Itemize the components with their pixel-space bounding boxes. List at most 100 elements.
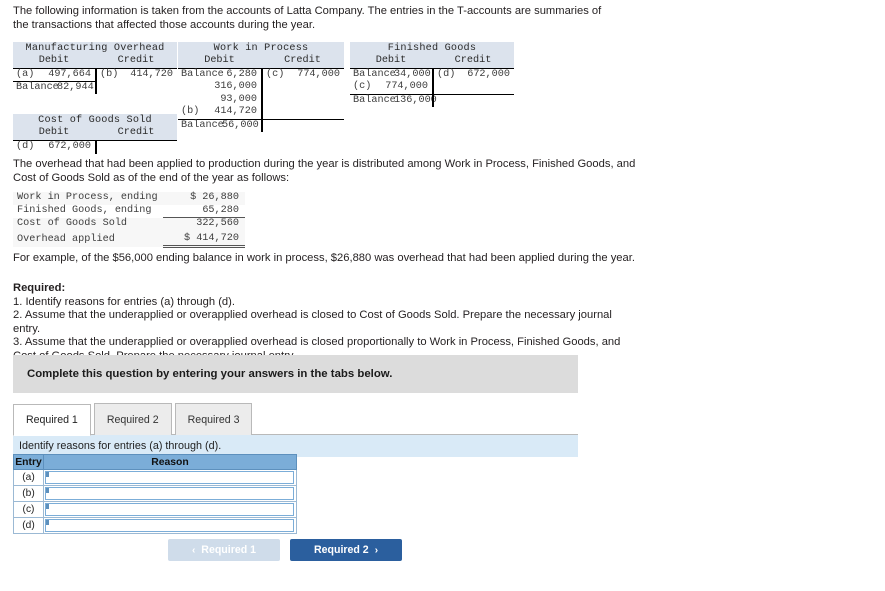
intro-paragraph: The following information is taken from … [13, 5, 602, 31]
chevron-left-icon: ‹ [191, 544, 196, 556]
row-ref: Balance [353, 94, 396, 106]
chevron-right-icon: › [374, 544, 379, 556]
t-account-work-in-process: Work in Process Debit Credit Balance 6,28… [178, 42, 344, 132]
row-label: Cost of Goods Sold [13, 217, 163, 231]
credit-header: Credit [284, 55, 321, 66]
reason-cell[interactable] [43, 485, 297, 502]
credit-header: Credit [117, 127, 155, 138]
required-item-1: 1. Identify reasons for entries (a) thro… [13, 295, 235, 308]
table-row: (c) [13, 501, 297, 518]
tab-required-2[interactable]: Required 2 [93, 403, 172, 435]
reason-input-c[interactable] [45, 503, 294, 516]
complete-question-banner: Complete this question by entering your … [13, 355, 578, 393]
row-ref: Balance [181, 119, 224, 131]
answer-widget: Complete this question by entering your … [13, 355, 578, 457]
overhead-distribution-table: Work in Process, ending $ 26,880 Finishe… [13, 192, 245, 249]
row-amount: 82,944 [57, 82, 94, 94]
entry-label: (d) [13, 517, 44, 534]
credit-header: Credit [117, 55, 155, 66]
row-amount: $ 26,880 [163, 192, 245, 205]
reason-input-b[interactable] [45, 487, 294, 500]
required-marker-icon [46, 472, 49, 477]
t-row: Balance 82,944 [13, 81, 95, 93]
row-amount: 6,280 [226, 69, 257, 80]
overhead-paragraph: The overhead that had been applied to pr… [13, 158, 636, 184]
previous-required-button[interactable]: ‹ Required 1 [168, 539, 280, 561]
row-ref: Balance [353, 69, 396, 80]
reason-input-d[interactable] [45, 519, 294, 532]
table-row: (d) [13, 517, 297, 534]
tab-strip: Required 1 Required 2 Required 3 [13, 403, 578, 436]
t-row: Balance 6,280 [178, 69, 261, 81]
debit-header: Debit [375, 55, 407, 66]
debit-header: Debit [38, 127, 70, 138]
t-row: (a) 497,664 [13, 69, 95, 81]
t-account-column-headers: Debit Credit [13, 127, 177, 140]
row-ref: (b) [100, 69, 119, 80]
row-amount: 774,000 [297, 69, 340, 80]
t-account-title: Finished Goods [350, 42, 514, 55]
previous-button-label: Required 1 [201, 544, 257, 556]
row-label: Finished Goods, ending [13, 204, 163, 218]
row-amount: 774,000 [385, 81, 428, 93]
row-amount: 414,720 [214, 106, 257, 118]
row-ref: (c) [353, 81, 372, 93]
t-row: (b) 414,720 [178, 106, 261, 118]
row-amount: 56,000 [222, 119, 259, 131]
t-row: (d) 672,000 [13, 141, 95, 153]
tab-required-1[interactable]: Required 1 [13, 404, 91, 436]
t-account-cost-of-goods-sold: Cost of Goods Sold Debit Credit (d) 672,0… [13, 114, 177, 154]
required-item-2: 2. Assume that the underapplied or overa… [13, 309, 612, 335]
table-row: (a) [13, 469, 297, 486]
table-total-row: Overhead applied $ 414,720 [13, 230, 245, 249]
navigation-buttons: ‹ Required 1 Required 2 › [168, 539, 402, 561]
row-ref: (b) [181, 106, 200, 118]
entry-label: (b) [13, 485, 44, 502]
row-amount: 672,000 [467, 69, 510, 80]
row-amount: 93,000 [220, 93, 257, 105]
t-account-title: Cost of Goods Sold [13, 114, 177, 127]
debit-header: Debit [38, 55, 70, 66]
table-row: Finished Goods, ending 65,280 [13, 204, 245, 218]
next-required-button[interactable]: Required 2 › [290, 539, 402, 561]
t-row: Balance 136,000 [350, 93, 437, 106]
t-account-column-headers: Debit Credit [178, 55, 344, 68]
required-marker-icon [46, 520, 49, 525]
row-ref: Balance [181, 69, 224, 80]
reason-input-a[interactable] [45, 471, 294, 484]
row-amount: 414,720 [130, 69, 173, 80]
t-row: 93,000 [178, 94, 261, 106]
t-row: 316,000 [178, 81, 261, 93]
table-row: Cost of Goods Sold 322,560 [13, 217, 245, 231]
t-account-column-headers: Debit Credit [13, 55, 177, 68]
reason-cell[interactable] [43, 469, 297, 486]
t-row: (b) 414,720 [95, 69, 177, 81]
reason-cell[interactable] [43, 501, 297, 518]
row-amount: 497,664 [48, 69, 91, 80]
column-header-reason: Reason [43, 454, 297, 470]
t-account-finished-goods: Finished Goods Debit Credit Balance 34,00… [350, 42, 514, 107]
t-row: Balance 56,000 [178, 118, 261, 131]
row-amount: 65,280 [163, 204, 245, 218]
row-ref: (d) [16, 141, 35, 152]
t-account-title: Work in Process [178, 42, 344, 55]
debit-header: Debit [204, 55, 235, 66]
question-page: The following information is taken from … [0, 0, 885, 591]
row-ref: (d) [437, 69, 456, 80]
required-marker-icon [46, 504, 49, 509]
row-ref [178, 81, 214, 93]
example-paragraph: For example, of the $56,000 ending balan… [13, 252, 635, 264]
t-row: Balance 34,000 [350, 69, 432, 81]
row-amount: 322,560 [163, 217, 245, 231]
tab-required-3[interactable]: Required 3 [174, 403, 253, 435]
row-amount: 34,000 [394, 69, 431, 80]
reason-entry-table: Entry Reason (a) (b) (c) (d) [13, 454, 297, 534]
required-heading: Required: [13, 282, 66, 294]
reason-cell[interactable] [43, 517, 297, 534]
row-ref: (a) [16, 69, 35, 80]
t-rule [261, 119, 344, 120]
t-row: (c) 774,000 [261, 69, 344, 81]
t-account-column-headers: Debit Credit [350, 55, 514, 68]
next-button-label: Required 2 [313, 544, 369, 556]
t-account-manufacturing-overhead: Manufacturing Overhead Debit Credit (a) 4… [13, 42, 177, 94]
